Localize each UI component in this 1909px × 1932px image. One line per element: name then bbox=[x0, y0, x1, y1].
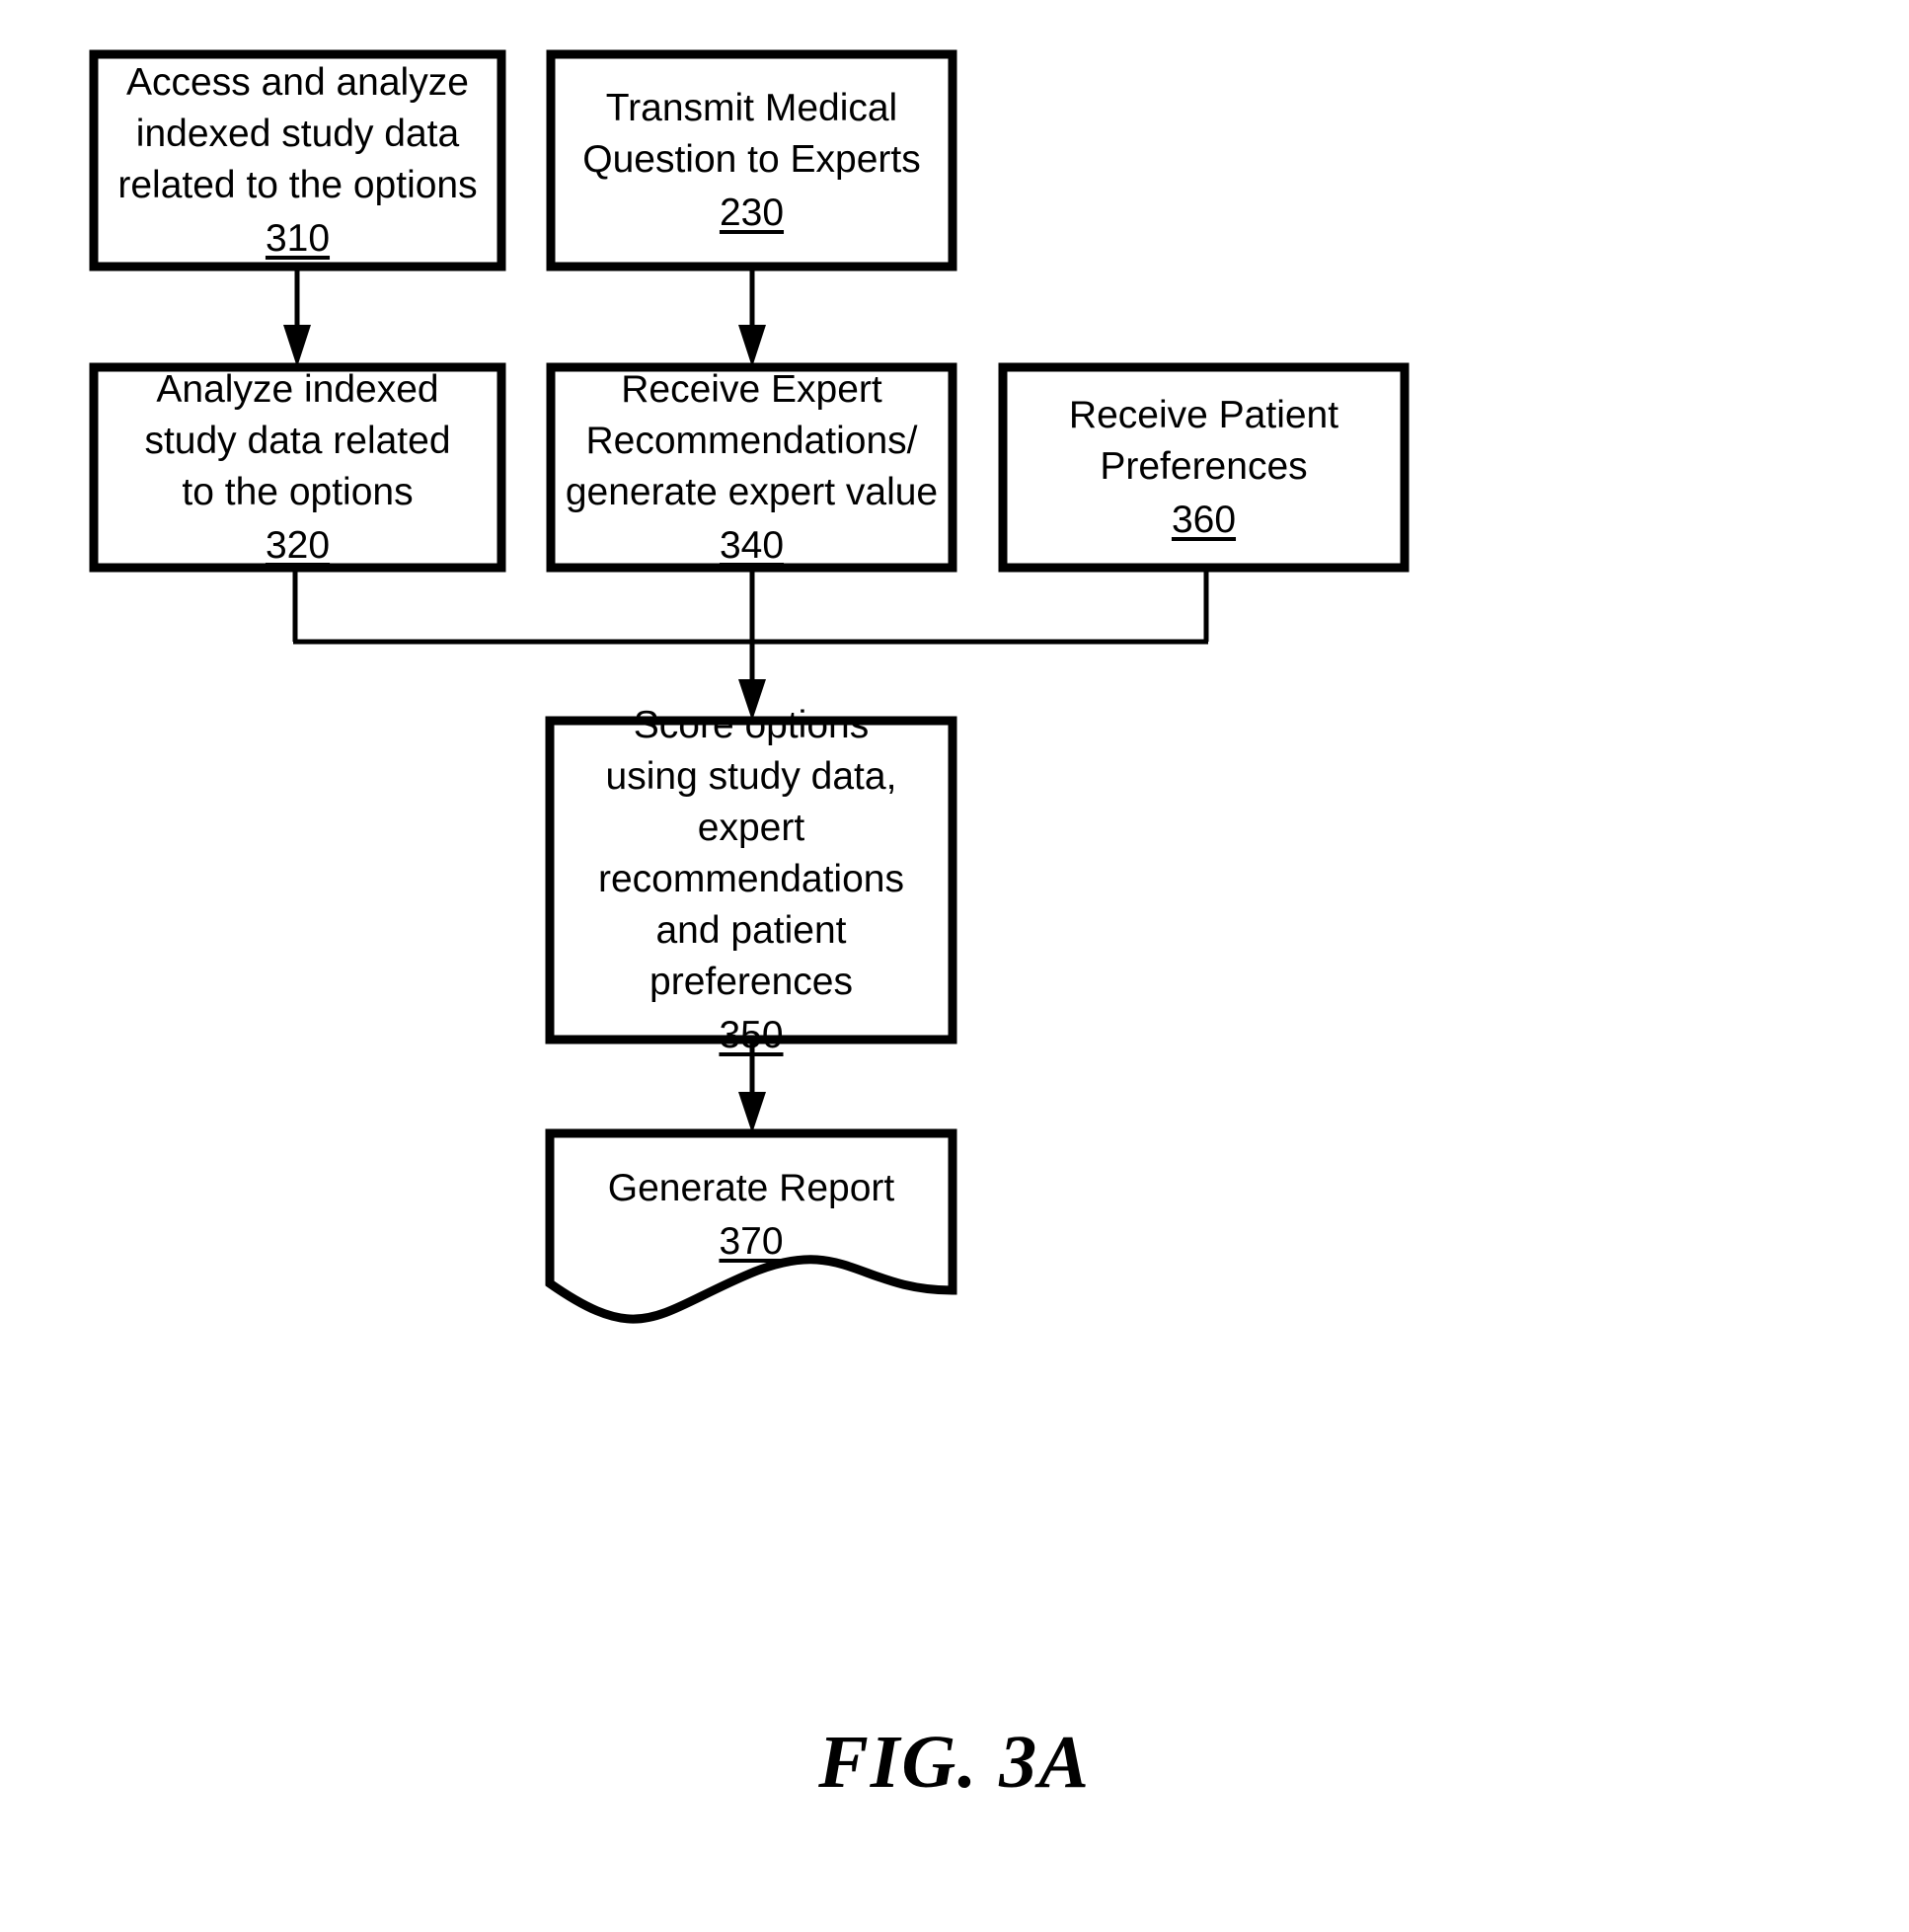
node-box-320[interactable] bbox=[89, 362, 506, 573]
node-box-230[interactable] bbox=[546, 49, 957, 271]
figure-root: Access and analyze indexed study data re… bbox=[0, 0, 1909, 1932]
node-box-350[interactable] bbox=[545, 716, 957, 1044]
node-document-370[interactable] bbox=[545, 1128, 957, 1324]
flowchart-canvas bbox=[89, 49, 1410, 1324]
figure-caption: FIG. 3A bbox=[818, 1721, 1091, 1804]
node-box-340[interactable] bbox=[546, 362, 957, 573]
node-box-310[interactable] bbox=[89, 49, 506, 271]
connector-230-to-340 bbox=[738, 267, 766, 367]
node-box-360[interactable] bbox=[998, 362, 1410, 573]
connector-310-to-320 bbox=[283, 267, 311, 367]
connector-350-to-370 bbox=[738, 1040, 766, 1133]
connector-merge-bus bbox=[292, 568, 1209, 721]
